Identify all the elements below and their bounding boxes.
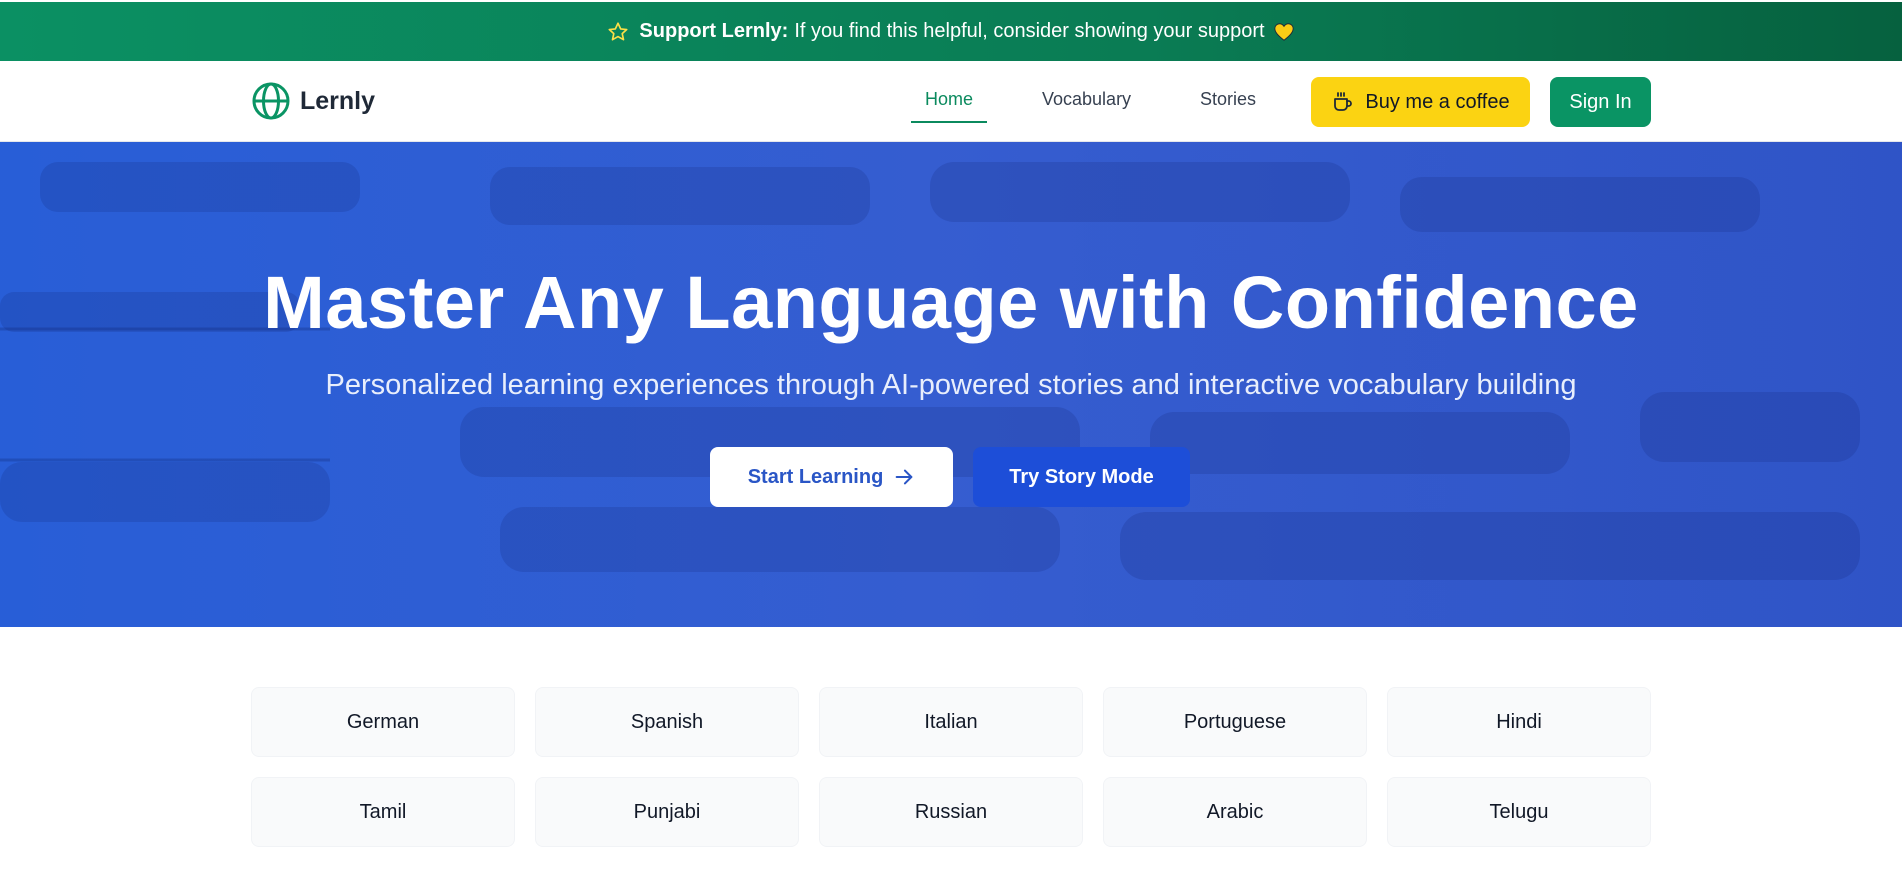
banner-bold-text: Support Lernly: (639, 20, 789, 42)
language-card-spanish[interactable]: Spanish (535, 687, 799, 757)
language-card-portuguese[interactable]: Portuguese (1103, 687, 1367, 757)
nav-vocabulary[interactable]: Vocabulary (1042, 89, 1131, 123)
arrow-right-icon (893, 466, 915, 488)
start-learning-button[interactable]: Start Learning (710, 447, 953, 507)
star-icon (607, 21, 629, 43)
banner-text: If you find this helpful, consider showi… (794, 20, 1265, 42)
hero-title: Master Any Language with Confidence (263, 261, 1639, 344)
language-card-german[interactable]: German (251, 687, 515, 757)
sign-in-button[interactable]: Sign In (1550, 77, 1651, 127)
buy-coffee-label: Buy me a coffee (1365, 90, 1510, 113)
language-card-arabic[interactable]: Arabic (1103, 777, 1367, 847)
language-card-russian[interactable]: Russian (819, 777, 1083, 847)
support-banner: Support Lernly: If you find this helpful… (0, 2, 1902, 61)
hero-subtitle: Personalized learning experiences throug… (325, 369, 1577, 401)
language-card-italian[interactable]: Italian (819, 687, 1083, 757)
language-card-punjabi[interactable]: Punjabi (535, 777, 799, 847)
language-card-tamil[interactable]: Tamil (251, 777, 515, 847)
nav-home[interactable]: Home (911, 89, 988, 123)
language-card-telugu[interactable]: Telugu (1387, 777, 1651, 847)
try-story-mode-button[interactable]: Try Story Mode (973, 447, 1190, 507)
coffee-cup-icon (1331, 90, 1355, 114)
navbar: Lernly Home Vocabulary Stories Buy me a … (0, 61, 1902, 142)
language-card-hindi[interactable]: Hindi (1387, 687, 1651, 757)
logo[interactable]: Lernly (251, 81, 375, 121)
logo-name: Lernly (300, 86, 376, 115)
start-learning-label: Start Learning (747, 465, 884, 488)
language-grid: German Spanish Italian Portuguese Hindi Tamil… (251, 687, 1651, 847)
heart-icon (1273, 21, 1295, 43)
hero-section: Master Any Language with Confidence Pers… (0, 142, 1902, 627)
buy-coffee-button[interactable]: Buy me a coffee (1311, 77, 1530, 127)
nav-stories[interactable]: Stories (1200, 89, 1256, 123)
globe-icon (251, 81, 291, 121)
